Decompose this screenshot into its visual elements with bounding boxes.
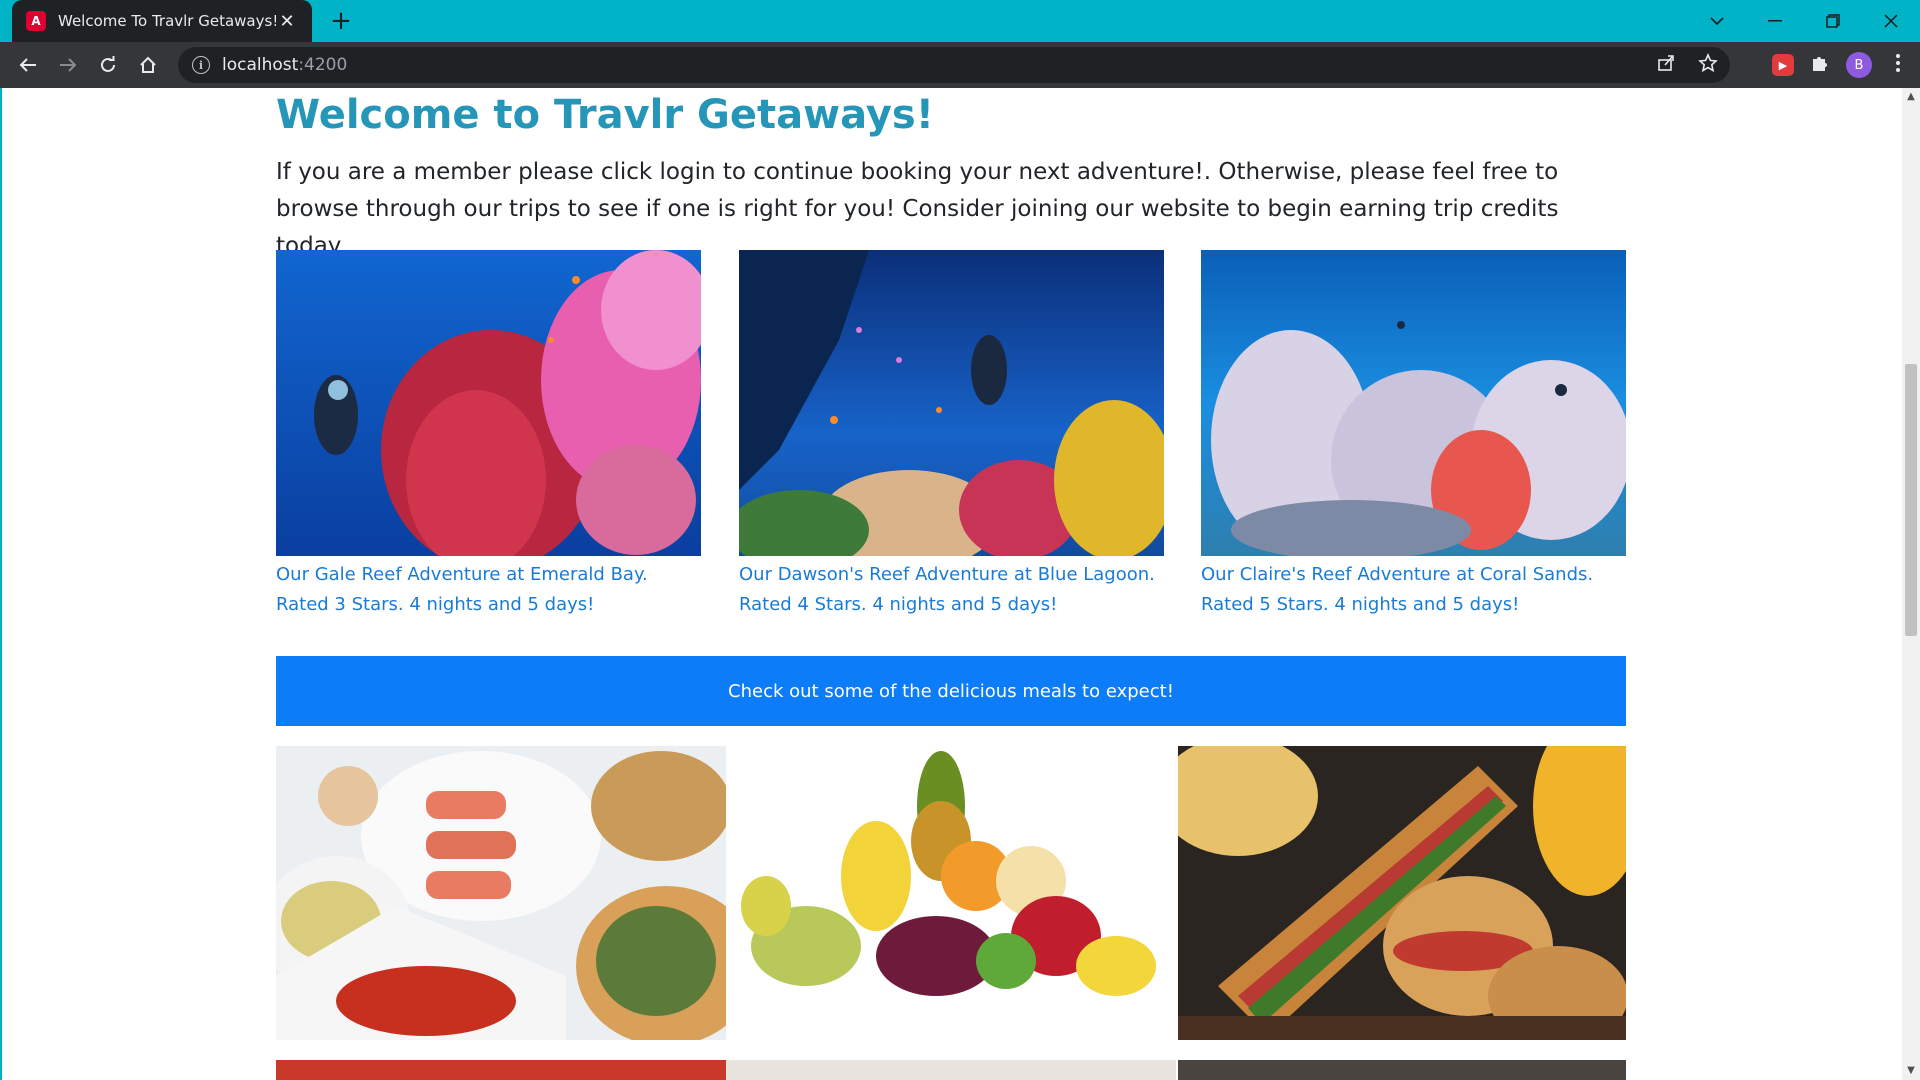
- meals-banner-button[interactable]: Check out some of the delicious meals to…: [276, 656, 1626, 726]
- minimize-icon[interactable]: [1746, 0, 1804, 42]
- back-icon[interactable]: [8, 45, 48, 85]
- reload-icon[interactable]: [88, 45, 128, 85]
- main-container: Welcome to Travlr Getaways! If you are a…: [276, 88, 1626, 1080]
- vertical-scrollbar[interactable]: ▲ ▼: [1902, 88, 1920, 1080]
- tab-title: Welcome To Travlr Getaways!: [58, 12, 276, 30]
- window-controls: [1688, 0, 1920, 42]
- browser-toolbar: i localhost:4200 ▶ B: [0, 42, 1920, 88]
- meal-image-salmon[interactable]: [276, 746, 726, 1040]
- menu-icon[interactable]: [1888, 53, 1908, 77]
- meal-image-partial[interactable]: [276, 1060, 726, 1080]
- meal-image-partial[interactable]: [726, 1060, 1176, 1080]
- meal-image-sandwich[interactable]: [1178, 746, 1626, 1040]
- extensions-area: ▶ B: [1772, 42, 1908, 88]
- restore-icon[interactable]: [1804, 0, 1862, 42]
- meals-row: [276, 746, 1626, 1042]
- meal-image-fruit[interactable]: [726, 746, 1176, 1040]
- trips-row: Our Gale Reef Adventure at Emerald Bay. …: [276, 250, 1626, 620]
- share-icon[interactable]: [1656, 54, 1676, 77]
- trip-card[interactable]: Our Gale Reef Adventure at Emerald Bay. …: [276, 250, 701, 620]
- close-window-icon[interactable]: [1862, 0, 1920, 42]
- url-port: :4200: [298, 55, 348, 75]
- profile-avatar[interactable]: B: [1846, 52, 1872, 78]
- forward-icon[interactable]: [48, 45, 88, 85]
- left-edge: [0, 88, 2, 1080]
- tab-search-icon[interactable]: [1688, 0, 1746, 42]
- browser-titlebar: A Welcome To Travlr Getaways! ✕ +: [0, 0, 1920, 42]
- trip-card[interactable]: Our Dawson's Reef Adventure at Blue Lago…: [739, 250, 1164, 620]
- trip-card[interactable]: Our Claire's Reef Adventure at Coral San…: [1201, 250, 1626, 620]
- meal-image-partial[interactable]: [1178, 1060, 1626, 1080]
- info-icon[interactable]: i: [192, 56, 210, 74]
- scroll-thumb[interactable]: [1905, 364, 1917, 636]
- browser-tab[interactable]: A Welcome To Travlr Getaways! ✕: [12, 0, 312, 42]
- puzzle-icon[interactable]: [1810, 53, 1830, 78]
- trip-image-dawsons-reef[interactable]: [739, 250, 1164, 556]
- intro-text: If you are a member please click login t…: [276, 159, 1559, 259]
- page-viewport: Welcome to Travlr Getaways! If you are a…: [0, 88, 1902, 1080]
- angular-favicon-icon: A: [26, 11, 46, 31]
- scroll-down-icon[interactable]: ▼: [1902, 1062, 1920, 1080]
- new-tab-button[interactable]: +: [326, 6, 356, 36]
- trip-caption[interactable]: Our Claire's Reef Adventure at Coral San…: [1201, 560, 1626, 620]
- url-host: localhost: [222, 55, 299, 75]
- home-icon[interactable]: [128, 45, 168, 85]
- tab-close-icon[interactable]: ✕: [276, 11, 298, 32]
- url-text: localhost:4200: [222, 55, 347, 75]
- page-title: Welcome to Travlr Getaways!: [276, 92, 934, 138]
- meals-row-partial: [276, 1060, 1626, 1080]
- scroll-up-icon[interactable]: ▲: [1902, 88, 1920, 106]
- bookmark-star-icon[interactable]: [1698, 52, 1718, 78]
- extension-icon[interactable]: ▶: [1772, 54, 1794, 76]
- trip-caption[interactable]: Our Gale Reef Adventure at Emerald Bay. …: [276, 560, 701, 620]
- trip-image-gale-reef[interactable]: [276, 250, 701, 556]
- trip-caption[interactable]: Our Dawson's Reef Adventure at Blue Lago…: [739, 560, 1164, 620]
- address-bar[interactable]: i localhost:4200: [178, 47, 1730, 83]
- address-bar-actions: [1656, 47, 1718, 83]
- trip-image-claires-reef[interactable]: [1201, 250, 1626, 556]
